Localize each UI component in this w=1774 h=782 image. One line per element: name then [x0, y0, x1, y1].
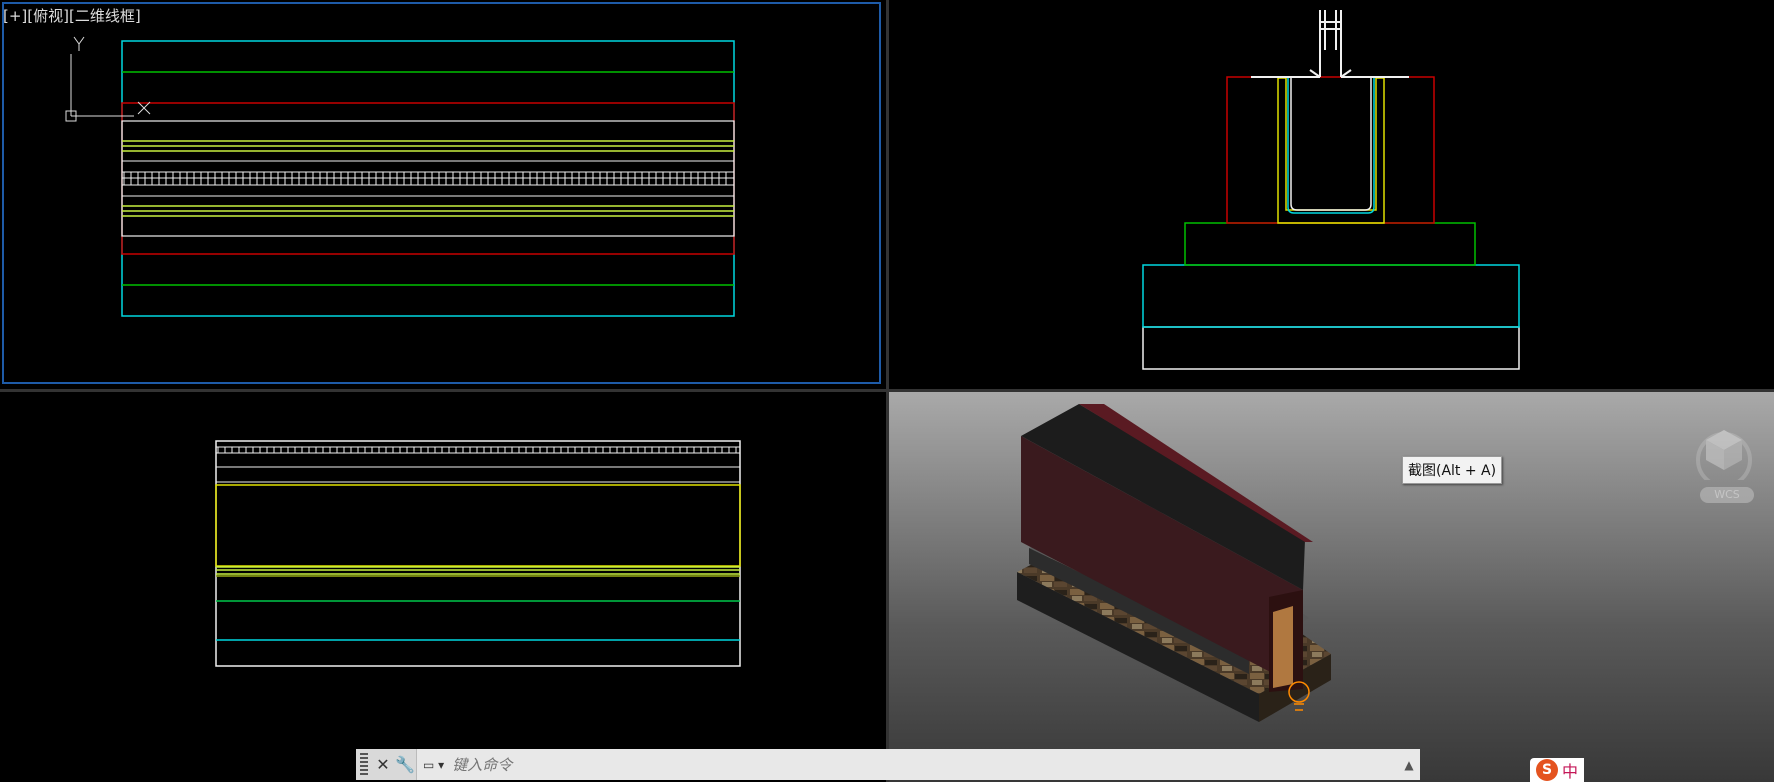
history-up-icon[interactable]: ▲	[1398, 758, 1420, 772]
viewport-label[interactable]: [+][俯视][二维线框]	[3, 5, 141, 26]
wcs-menu[interactable]: WCS	[1700, 487, 1754, 503]
visual-style[interactable]: [二维线框]	[69, 7, 141, 25]
drag-grip-icon[interactable]	[360, 752, 368, 777]
section-cyan-liner	[1287, 78, 1375, 214]
section-red-wall	[1226, 76, 1435, 224]
sogou-logo-icon[interactable]: S	[1536, 759, 1558, 781]
screenshot-tooltip: 截图(Alt + A)	[1402, 456, 1503, 484]
ime-toolbar[interactable]: S 中	[1530, 758, 1585, 782]
viewport-splitter-horizontal[interactable]	[0, 389, 1774, 392]
viewport-top-plan[interactable]: [+][俯视][二维线框]	[0, 0, 887, 390]
section-yellow-channel	[1277, 77, 1385, 224]
command-prompt-icon[interactable]: ▭ ▾	[417, 758, 450, 772]
command-input[interactable]	[450, 754, 1398, 775]
command-line: ✕ 🔧 ▭ ▾ ▲	[356, 749, 1420, 780]
section-cyan-base	[1142, 264, 1520, 328]
section-cover-grate	[1251, 10, 1409, 78]
active-viewport-border	[2, 2, 881, 384]
front-outline	[215, 440, 741, 667]
front-grating-bars	[217, 447, 737, 453]
section-bottom-white	[1142, 326, 1520, 370]
view-name[interactable]: [俯视]	[27, 7, 69, 25]
front-drawing	[215, 440, 741, 667]
front-rail	[216, 566, 740, 575]
section-white-liner	[1290, 78, 1372, 211]
section-drawing	[1142, 10, 1520, 370]
front-yellow-channel	[215, 484, 741, 567]
channel-opening	[1273, 606, 1293, 688]
model-3d	[1017, 404, 1331, 722]
customize-wrench-icon[interactable]: 🔧	[394, 753, 416, 777]
command-input-wrap: ▭ ▾ ▲	[416, 749, 1420, 780]
close-icon[interactable]: ✕	[372, 753, 394, 777]
viewport-section[interactable]	[889, 0, 1774, 390]
viewcube-icon[interactable]	[1694, 420, 1754, 480]
viewport-front[interactable]	[0, 392, 887, 782]
viewport-menu-toggle[interactable]: [+]	[3, 7, 27, 25]
viewport-3d[interactable]	[889, 392, 1774, 782]
ime-mode[interactable]: 中	[1562, 758, 1578, 782]
section-green-cushion	[1184, 222, 1476, 266]
